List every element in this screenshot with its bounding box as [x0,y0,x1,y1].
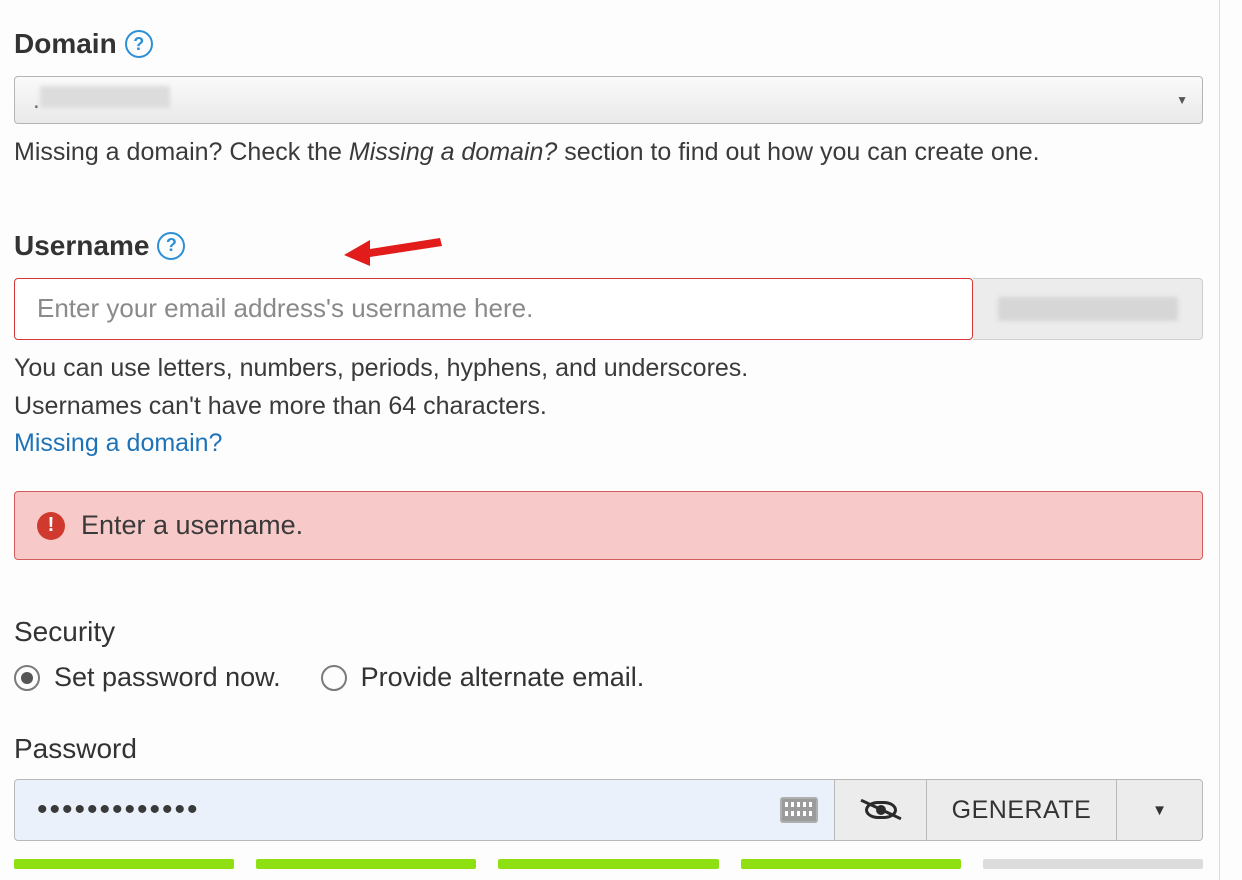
strength-segment [741,859,961,869]
generate-password-split-button[interactable]: ▼ [1117,779,1203,841]
username-error-text: Enter a username. [81,510,303,541]
password-input-value: ••••••••••••• [37,793,200,827]
strength-segment [983,859,1203,869]
toggle-visibility-button[interactable] [835,779,927,841]
username-label-text: Username [14,230,149,262]
redacted-domain [40,86,170,108]
domain-dropdown[interactable]: . ▼ [14,76,1203,124]
error-icon: ! [37,512,65,540]
radio-alt-email-label: Provide alternate email. [361,662,645,693]
domain-dropdown-value: . [33,86,1176,115]
chevron-down-icon: ▼ [1176,93,1188,107]
domain-helper-text: Missing a domain? Check the Missing a do… [14,136,1203,170]
help-icon[interactable]: ? [157,232,185,260]
keyboard-icon[interactable] [780,797,818,823]
domain-label: Domain ? [14,0,1203,60]
domain-helper-prefix: Missing a domain? Check the [14,138,349,166]
domain-helper-emphasis: Missing a domain? [349,138,557,166]
strength-segment [256,859,476,869]
generate-password-label: GENERATE [952,796,1092,825]
password-strength-meter [14,859,1203,869]
radio-icon [321,665,347,691]
domain-dropdown-value-text: . [33,87,40,114]
username-input[interactable] [14,278,973,340]
help-icon[interactable]: ? [125,30,153,58]
generate-password-button[interactable]: GENERATE [927,779,1117,841]
radio-provide-alternate-email[interactable]: Provide alternate email. [321,662,645,693]
security-label: Security [14,616,1203,648]
missing-domain-link[interactable]: Missing a domain? [14,427,1203,461]
username-error-alert: ! Enter a username. [14,491,1203,560]
redacted-domain-suffix [998,297,1178,321]
password-label: Password [14,733,1203,765]
password-label-text: Password [14,733,137,765]
username-helper-line2: Usernames can't have more than 64 charac… [14,390,1203,424]
chevron-down-icon: ▼ [1152,802,1167,819]
username-label: Username ? [14,230,1203,262]
eye-slash-icon [861,798,901,822]
username-helper-line1: You can use letters, numbers, periods, h… [14,352,1203,386]
domain-label-text: Domain [14,28,117,60]
radio-set-password-now[interactable]: Set password now. [14,662,281,693]
strength-segment [498,859,718,869]
radio-set-password-label: Set password now. [54,662,281,693]
password-input[interactable]: ••••••••••••• [14,779,835,841]
strength-segment [14,859,234,869]
security-label-text: Security [14,616,115,648]
username-domain-suffix [973,278,1203,340]
domain-helper-suffix: section to find out how you can create o… [557,138,1039,166]
radio-icon [14,665,40,691]
